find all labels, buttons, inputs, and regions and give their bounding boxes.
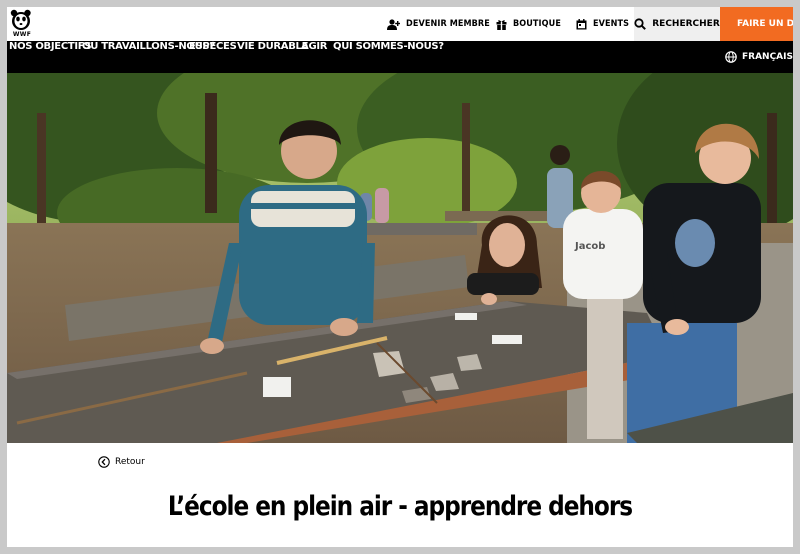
panda-icon <box>10 9 31 30</box>
nav-item-species[interactable]: ESPÈCES <box>189 41 237 73</box>
globe-icon <box>725 51 737 63</box>
page-title: L’école en plein air - apprendre dehors <box>167 491 633 522</box>
top-utility-bar: WWF DEVENIR MEMBRE BOUTIQUE EVENTS RECHE… <box>7 7 793 41</box>
calendar-icon <box>576 18 587 29</box>
become-member-link[interactable]: DEVENIR MEMBRE <box>387 7 490 41</box>
nav-item-sustainable-living[interactable]: VIE DURABLE <box>237 41 308 73</box>
donate-button[interactable]: FAIRE UN DON <box>720 7 793 41</box>
nav-item-act[interactable]: AGIR <box>301 41 327 73</box>
wwf-logo[interactable]: WWF <box>9 9 33 39</box>
search-icon <box>634 18 647 30</box>
browser-page: WWF DEVENIR MEMBRE BOUTIQUE EVENTS RECHE… <box>7 7 793 547</box>
become-member-label: DEVENIR MEMBRE <box>406 19 490 29</box>
logo-text: WWF <box>12 31 32 38</box>
back-label: Retour <box>115 457 145 467</box>
back-arrow-icon <box>98 456 110 468</box>
donate-label: FAIRE UN DON <box>737 19 793 29</box>
shop-link[interactable]: BOUTIQUE <box>496 7 561 41</box>
shop-label: BOUTIQUE <box>513 19 561 29</box>
shirt-print-text: Jacob <box>574 241 605 252</box>
events-label: EVENTS <box>593 19 630 29</box>
hero-image: Jacob <box>7 73 793 443</box>
language-selector[interactable]: FRANÇAIS <box>725 41 793 73</box>
search-button[interactable]: RECHERCHER <box>634 7 720 41</box>
nav-item-objectives[interactable]: NOS OBJECTIFS <box>9 41 92 73</box>
events-link[interactable]: EVENTS <box>576 7 629 41</box>
search-label: RECHERCHER <box>652 19 720 29</box>
gift-icon <box>496 19 507 30</box>
nav-item-about-us[interactable]: QUI SOMMES-NOUS? <box>333 41 444 73</box>
back-link[interactable]: Retour <box>98 455 145 469</box>
add-person-icon <box>387 18 400 30</box>
language-label: FRANÇAIS <box>742 52 793 62</box>
main-navigation: NOS OBJECTIFS OÙ TRAVAILLONS-NOUS? ESPÈC… <box>7 41 793 73</box>
hero-photo-illustration: Jacob <box>7 73 793 443</box>
